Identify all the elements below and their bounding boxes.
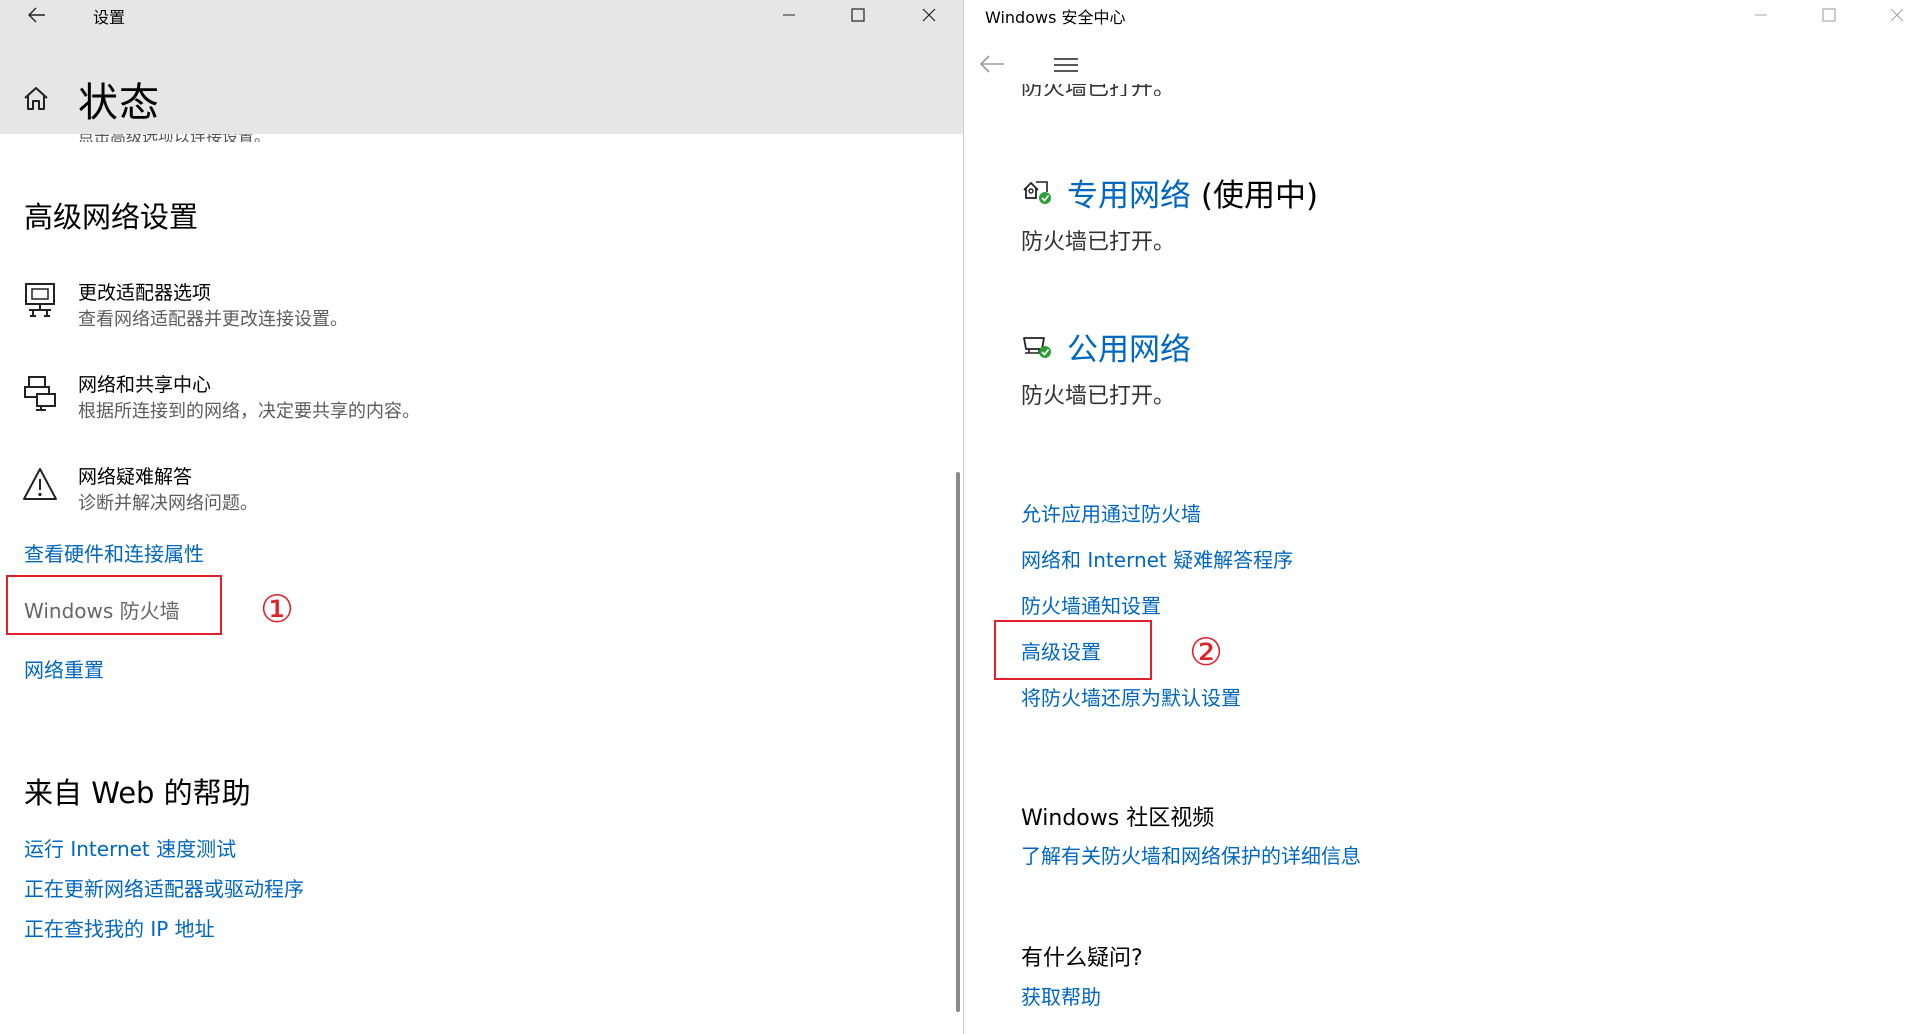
menu-button[interactable] — [1053, 57, 1079, 77]
network-adapter-icon — [25, 283, 55, 317]
private-network-icon — [1023, 181, 1051, 204]
update-driver-link[interactable]: 正在更新网络适配器或驱动程序 — [24, 873, 304, 902]
web-help-heading: 来自 Web 的帮助 — [24, 776, 251, 810]
allow-app-link[interactable]: 允许应用通过防火墙 — [1021, 498, 1201, 527]
troubleshooter-link[interactable]: 网络和 Internet 疑难解答程序 — [1021, 544, 1293, 573]
maximize-button[interactable] — [1806, 0, 1852, 30]
private-firewall-status: 防火墙已打开。 — [1021, 230, 1176, 255]
maximize-button[interactable] — [835, 0, 881, 30]
home-button[interactable] — [22, 84, 50, 116]
restore-defaults-link[interactable]: 将防火墙还原为默认设置 — [1021, 682, 1241, 711]
security-window: Windows 安全中心 防火墙已打开。 专用网络 (使用中) — [964, 0, 1920, 1034]
minimize-button[interactable] — [766, 0, 812, 30]
item-description: 根据所连接到的网络，决定要共享的内容。 — [78, 401, 420, 422]
warning-triangle-icon — [23, 468, 57, 500]
item-description: 诊断并解决网络问题。 — [78, 493, 258, 514]
sharing-center-item[interactable]: 网络和共享中心 根据所连接到的网络，决定要共享的内容。 — [20, 370, 620, 430]
vertical-scrollbar[interactable] — [956, 472, 960, 1012]
close-button[interactable] — [1874, 0, 1920, 30]
sharing-center-icon — [24, 376, 56, 411]
public-firewall-status: 防火墙已打开。 — [1021, 384, 1176, 409]
back-arrow-icon — [979, 55, 1004, 73]
maximize-icon — [851, 8, 865, 22]
private-network-link[interactable]: 专用网络 — [1067, 178, 1191, 214]
network-reset-link[interactable]: 网络重置 — [24, 654, 104, 683]
clipped-text: 点击高级选项以连接设置。 — [78, 134, 270, 142]
item-title: 网络疑难解答 — [78, 466, 193, 488]
close-icon — [922, 8, 936, 22]
window-title: Windows 安全中心 — [985, 8, 1126, 27]
item-description: 查看网络适配器并更改连接设置。 — [78, 309, 348, 330]
settings-window: 设置 状态 点击高级选项以连接设置。 高级网络设置 更改适配器选项 查看网络适配… — [0, 0, 964, 1034]
window-title: 设置 — [93, 8, 126, 27]
public-network-link[interactable]: 公用网络 — [1067, 324, 1191, 369]
adapter-options-item[interactable]: 更改适配器选项 查看网络适配器并更改连接设置。 — [20, 278, 620, 338]
hardware-properties-link[interactable]: 查看硬件和连接属性 — [24, 538, 204, 567]
maximize-icon — [1822, 8, 1836, 22]
item-title: 网络和共享中心 — [78, 374, 212, 396]
hamburger-menu-icon — [1054, 58, 1078, 72]
advanced-settings-link[interactable]: 高级设置 — [1021, 636, 1101, 665]
close-icon — [1890, 8, 1904, 22]
back-arrow-icon — [28, 7, 45, 23]
advanced-heading: 高级网络设置 — [24, 200, 199, 234]
windows-firewall-link[interactable]: Windows 防火墙 — [24, 595, 180, 624]
community-heading: Windows 社区视频 — [1021, 806, 1215, 831]
page-title: 状态 — [78, 80, 160, 126]
home-icon — [24, 87, 48, 110]
speed-test-link[interactable]: 运行 Internet 速度测试 — [24, 833, 236, 862]
back-button[interactable] — [14, 0, 60, 30]
clipped-text: 防火墙已打开。 — [1021, 84, 1175, 96]
back-button[interactable] — [978, 54, 1006, 78]
troubleshoot-item[interactable]: 网络疑难解答 诊断并解决网络问题。 — [20, 462, 620, 522]
in-use-label: (使用中) — [1191, 178, 1319, 214]
public-network-icon — [1023, 337, 1051, 358]
clipped-content: 点击高级选项以连接设置。 — [78, 134, 270, 142]
close-button[interactable] — [906, 0, 952, 30]
annotation-marker-1: ① — [260, 587, 295, 631]
minimize-button[interactable] — [1738, 0, 1784, 30]
minimize-icon — [1755, 14, 1767, 16]
item-title: 更改适配器选项 — [78, 282, 212, 304]
private-network-icon-wrap — [1021, 176, 1053, 210]
clipped-content: 防火墙已打开。 — [1021, 84, 1175, 96]
question-heading: 有什么疑问? — [1021, 946, 1143, 971]
annotation-marker-2: ② — [1189, 630, 1224, 674]
get-help-link[interactable]: 获取帮助 — [1021, 981, 1101, 1010]
notification-settings-link[interactable]: 防火墙通知设置 — [1021, 590, 1161, 619]
minimize-icon — [783, 14, 795, 16]
learn-more-link[interactable]: 了解有关防火墙和网络保护的详细信息 — [1021, 840, 1361, 869]
public-network-icon-wrap — [1021, 332, 1053, 364]
find-ip-link[interactable]: 正在查找我的 IP 地址 — [24, 913, 215, 942]
private-network-row: 专用网络 (使用中) — [1067, 170, 1318, 215]
